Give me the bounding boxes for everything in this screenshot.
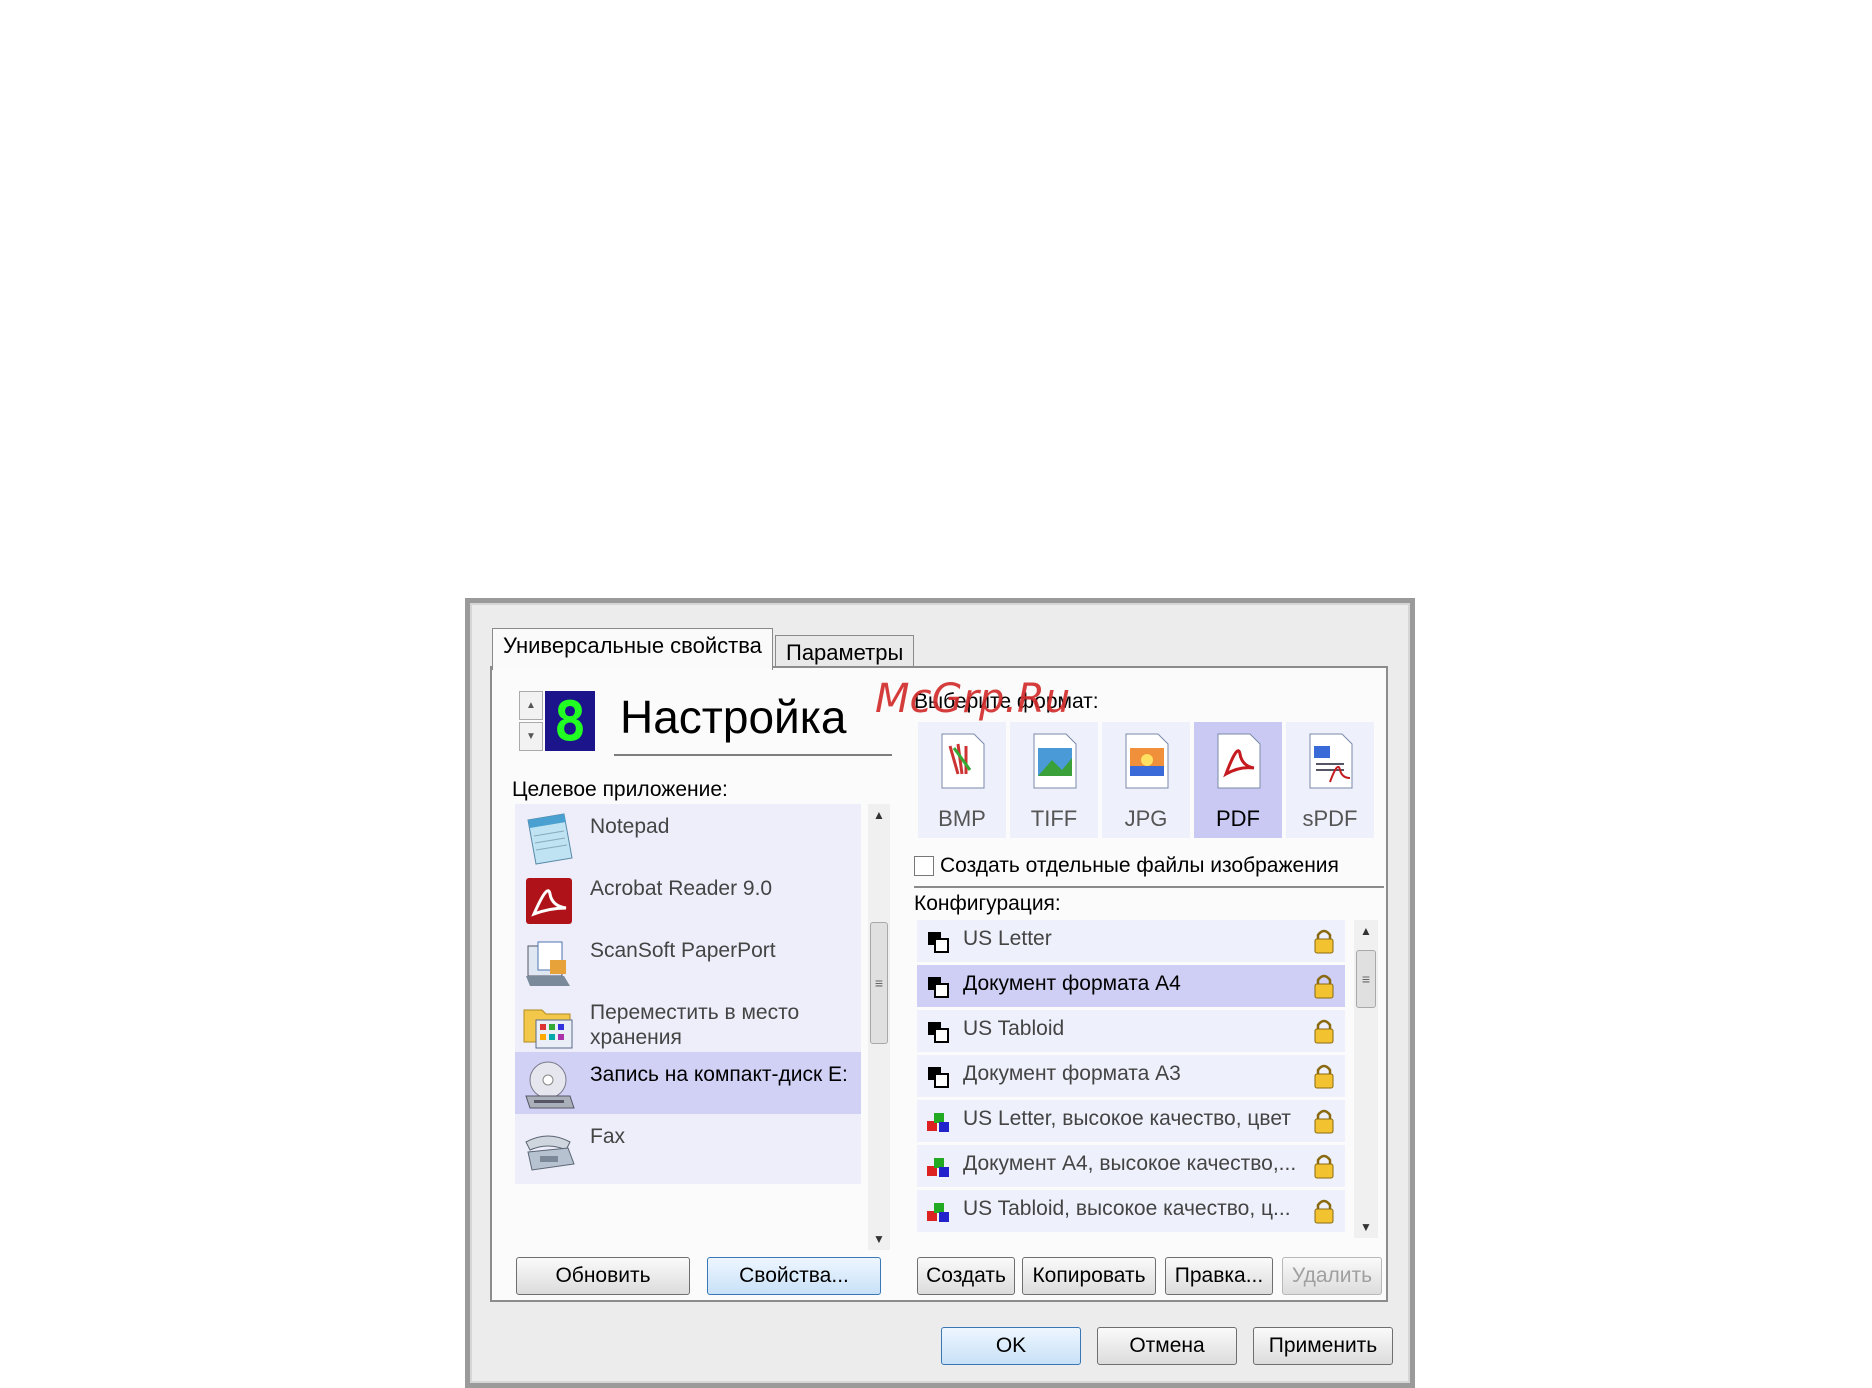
color-icon <box>927 1113 949 1132</box>
pdf-icon <box>1217 733 1261 789</box>
watermark: McGrp.Ru <box>875 676 1071 722</box>
profile-title: Настройка <box>620 691 847 743</box>
edit-config-button[interactable]: Правка... <box>1165 1257 1273 1295</box>
scroll-down-arrow-icon[interactable]: ▼ <box>1354 1216 1378 1238</box>
spin-up-arrow-icon[interactable]: ▲ <box>519 691 543 720</box>
list-item-config[interactable]: US Letter <box>917 920 1345 962</box>
list-item-notepad[interactable]: Notepad <box>515 804 861 874</box>
format-bmp[interactable]: BMP <box>918 722 1006 838</box>
config-item-label: Документ формата А3 <box>963 1062 1181 1085</box>
list-item-burn-cd[interactable]: Запись на компакт-диск E: <box>515 1052 861 1122</box>
tiff-icon <box>1033 733 1077 789</box>
cd-burn-icon <box>525 1061 575 1109</box>
ok-button[interactable]: OK <box>941 1327 1081 1365</box>
jpg-icon <box>1125 733 1169 789</box>
cancel-button[interactable]: Отмена <box>1097 1327 1237 1365</box>
lock-icon <box>1314 1154 1334 1179</box>
color-icon <box>927 1158 949 1177</box>
bmp-icon <box>941 733 985 789</box>
profile-spinner[interactable]: ▲ ▼ <box>519 691 543 751</box>
config-list[interactable]: US Letter Документ формата А4 US Tabloid… <box>917 920 1347 1238</box>
scanner-properties-dialog: Универсальные свойства Параметры ▲ ▼ 8 Н… <box>465 598 1415 1388</box>
spdf-icon <box>1309 733 1353 789</box>
checkbox-label: Создать отдельные файлы изображения <box>940 854 1339 877</box>
app-label: Acrobat Reader 9.0 <box>590 877 773 900</box>
title-underline <box>614 754 892 756</box>
list-item-config[interactable]: US Tabloid <box>917 1010 1345 1052</box>
lock-icon <box>1314 1019 1334 1044</box>
list-item-config[interactable]: US Tabloid, высокое качество, ц... <box>917 1190 1345 1232</box>
new-config-button[interactable]: Создать <box>917 1257 1015 1295</box>
lock-icon <box>1314 1064 1334 1089</box>
list-item-config[interactable]: Документ А4, высокое качество,... <box>917 1145 1345 1187</box>
list-item-config[interactable]: Документ формата А3 <box>917 1055 1345 1097</box>
format-label-text: PDF <box>1216 806 1260 831</box>
config-item-label: Документ А4, высокое качество,... <box>963 1152 1297 1175</box>
format-label-text: TIFF <box>1030 806 1078 831</box>
scroll-thumb[interactable]: ≡ <box>870 922 888 1044</box>
config-item-label: US Tabloid, высокое качество, ц... <box>963 1197 1291 1220</box>
format-label-text: JPG <box>1124 806 1168 831</box>
scroll-up-arrow-icon[interactable]: ▲ <box>1354 920 1378 942</box>
notepad-icon <box>527 813 573 865</box>
format-label-text: sPDF <box>1302 806 1358 831</box>
format-spdf[interactable]: sPDF <box>1286 722 1374 838</box>
config-item-label: US Letter, высокое качество, цвет <box>963 1107 1291 1130</box>
lock-icon <box>1314 929 1334 954</box>
scroll-thumb[interactable]: ≡ <box>1356 950 1376 1008</box>
checkbox-box[interactable] <box>914 856 934 876</box>
config-item-label: US Tabloid <box>963 1017 1065 1040</box>
scroll-up-arrow-icon[interactable]: ▲ <box>868 804 890 826</box>
app-label: ScanSoft PaperPort <box>590 939 776 962</box>
profile-number-display: 8 <box>545 690 595 753</box>
spin-down-arrow-icon[interactable]: ▼ <box>519 722 543 751</box>
list-item-fax[interactable]: Fax <box>515 1114 861 1184</box>
target-app-label: Целевое приложение: <box>512 778 728 801</box>
apply-button[interactable]: Применить <box>1253 1327 1393 1365</box>
list-item-config[interactable]: US Letter, высокое качество, цвет <box>917 1100 1345 1142</box>
list-item-paperport[interactable]: ScanSoft PaperPort <box>515 928 861 998</box>
bw-icon <box>928 977 949 998</box>
format-tiff[interactable]: TIFF <box>1010 722 1098 838</box>
paperport-icon <box>526 941 570 986</box>
fax-icon <box>525 1135 575 1171</box>
target-app-list[interactable]: Notepad Acrobat Reader 9.0 ScanSoft Pape… <box>515 804 865 1250</box>
lock-icon <box>1314 1109 1334 1134</box>
scroll-down-arrow-icon[interactable]: ▼ <box>868 1228 890 1250</box>
config-item-label: US Letter <box>963 927 1052 950</box>
config-label: Конфигурация: <box>914 892 1061 915</box>
list-item-acrobat[interactable]: Acrobat Reader 9.0 <box>515 866 861 936</box>
bw-icon <box>928 932 949 953</box>
color-icon <box>927 1203 949 1222</box>
list-item-move-to-storage[interactable]: Переместить в место хранения <box>515 990 861 1060</box>
app-label: Fax <box>590 1125 626 1148</box>
app-label: Запись на компакт-диск E: <box>590 1063 848 1086</box>
app-label: Notepad <box>590 815 670 838</box>
format-jpg[interactable]: JPG <box>1102 722 1190 838</box>
separate-files-checkbox[interactable]: Создать отдельные файлы изображения <box>914 854 1339 878</box>
properties-button[interactable]: Свойства... <box>707 1257 881 1295</box>
lock-icon <box>1314 974 1334 999</box>
tab-general-properties[interactable]: Универсальные свойства <box>492 628 773 670</box>
bw-icon <box>928 1022 949 1043</box>
app-label: Переместить в место хранения <box>590 1001 800 1049</box>
delete-config-button[interactable]: Удалить <box>1282 1257 1382 1295</box>
lock-icon <box>1314 1199 1334 1224</box>
folder-icon <box>523 1009 573 1049</box>
refresh-button[interactable]: Обновить <box>516 1257 690 1295</box>
app-list-scrollbar[interactable]: ▲ ≡ ▼ <box>868 804 890 1250</box>
bw-icon <box>928 1067 949 1088</box>
format-selector: BMP TIFF JPG PDF sPDF <box>918 722 1376 838</box>
divider <box>914 886 1384 888</box>
format-label-text: BMP <box>938 806 986 831</box>
acrobat-icon <box>526 878 572 924</box>
tab-panel: ▲ ▼ 8 Настройка Целевое приложение: Note… <box>490 666 1388 1302</box>
config-list-scrollbar[interactable]: ▲ ≡ ▼ <box>1354 920 1378 1238</box>
list-item-config[interactable]: Документ формата А4 <box>917 965 1345 1007</box>
format-pdf[interactable]: PDF <box>1194 722 1282 838</box>
copy-config-button[interactable]: Копировать <box>1022 1257 1156 1295</box>
config-item-label: Документ формата А4 <box>963 972 1181 995</box>
